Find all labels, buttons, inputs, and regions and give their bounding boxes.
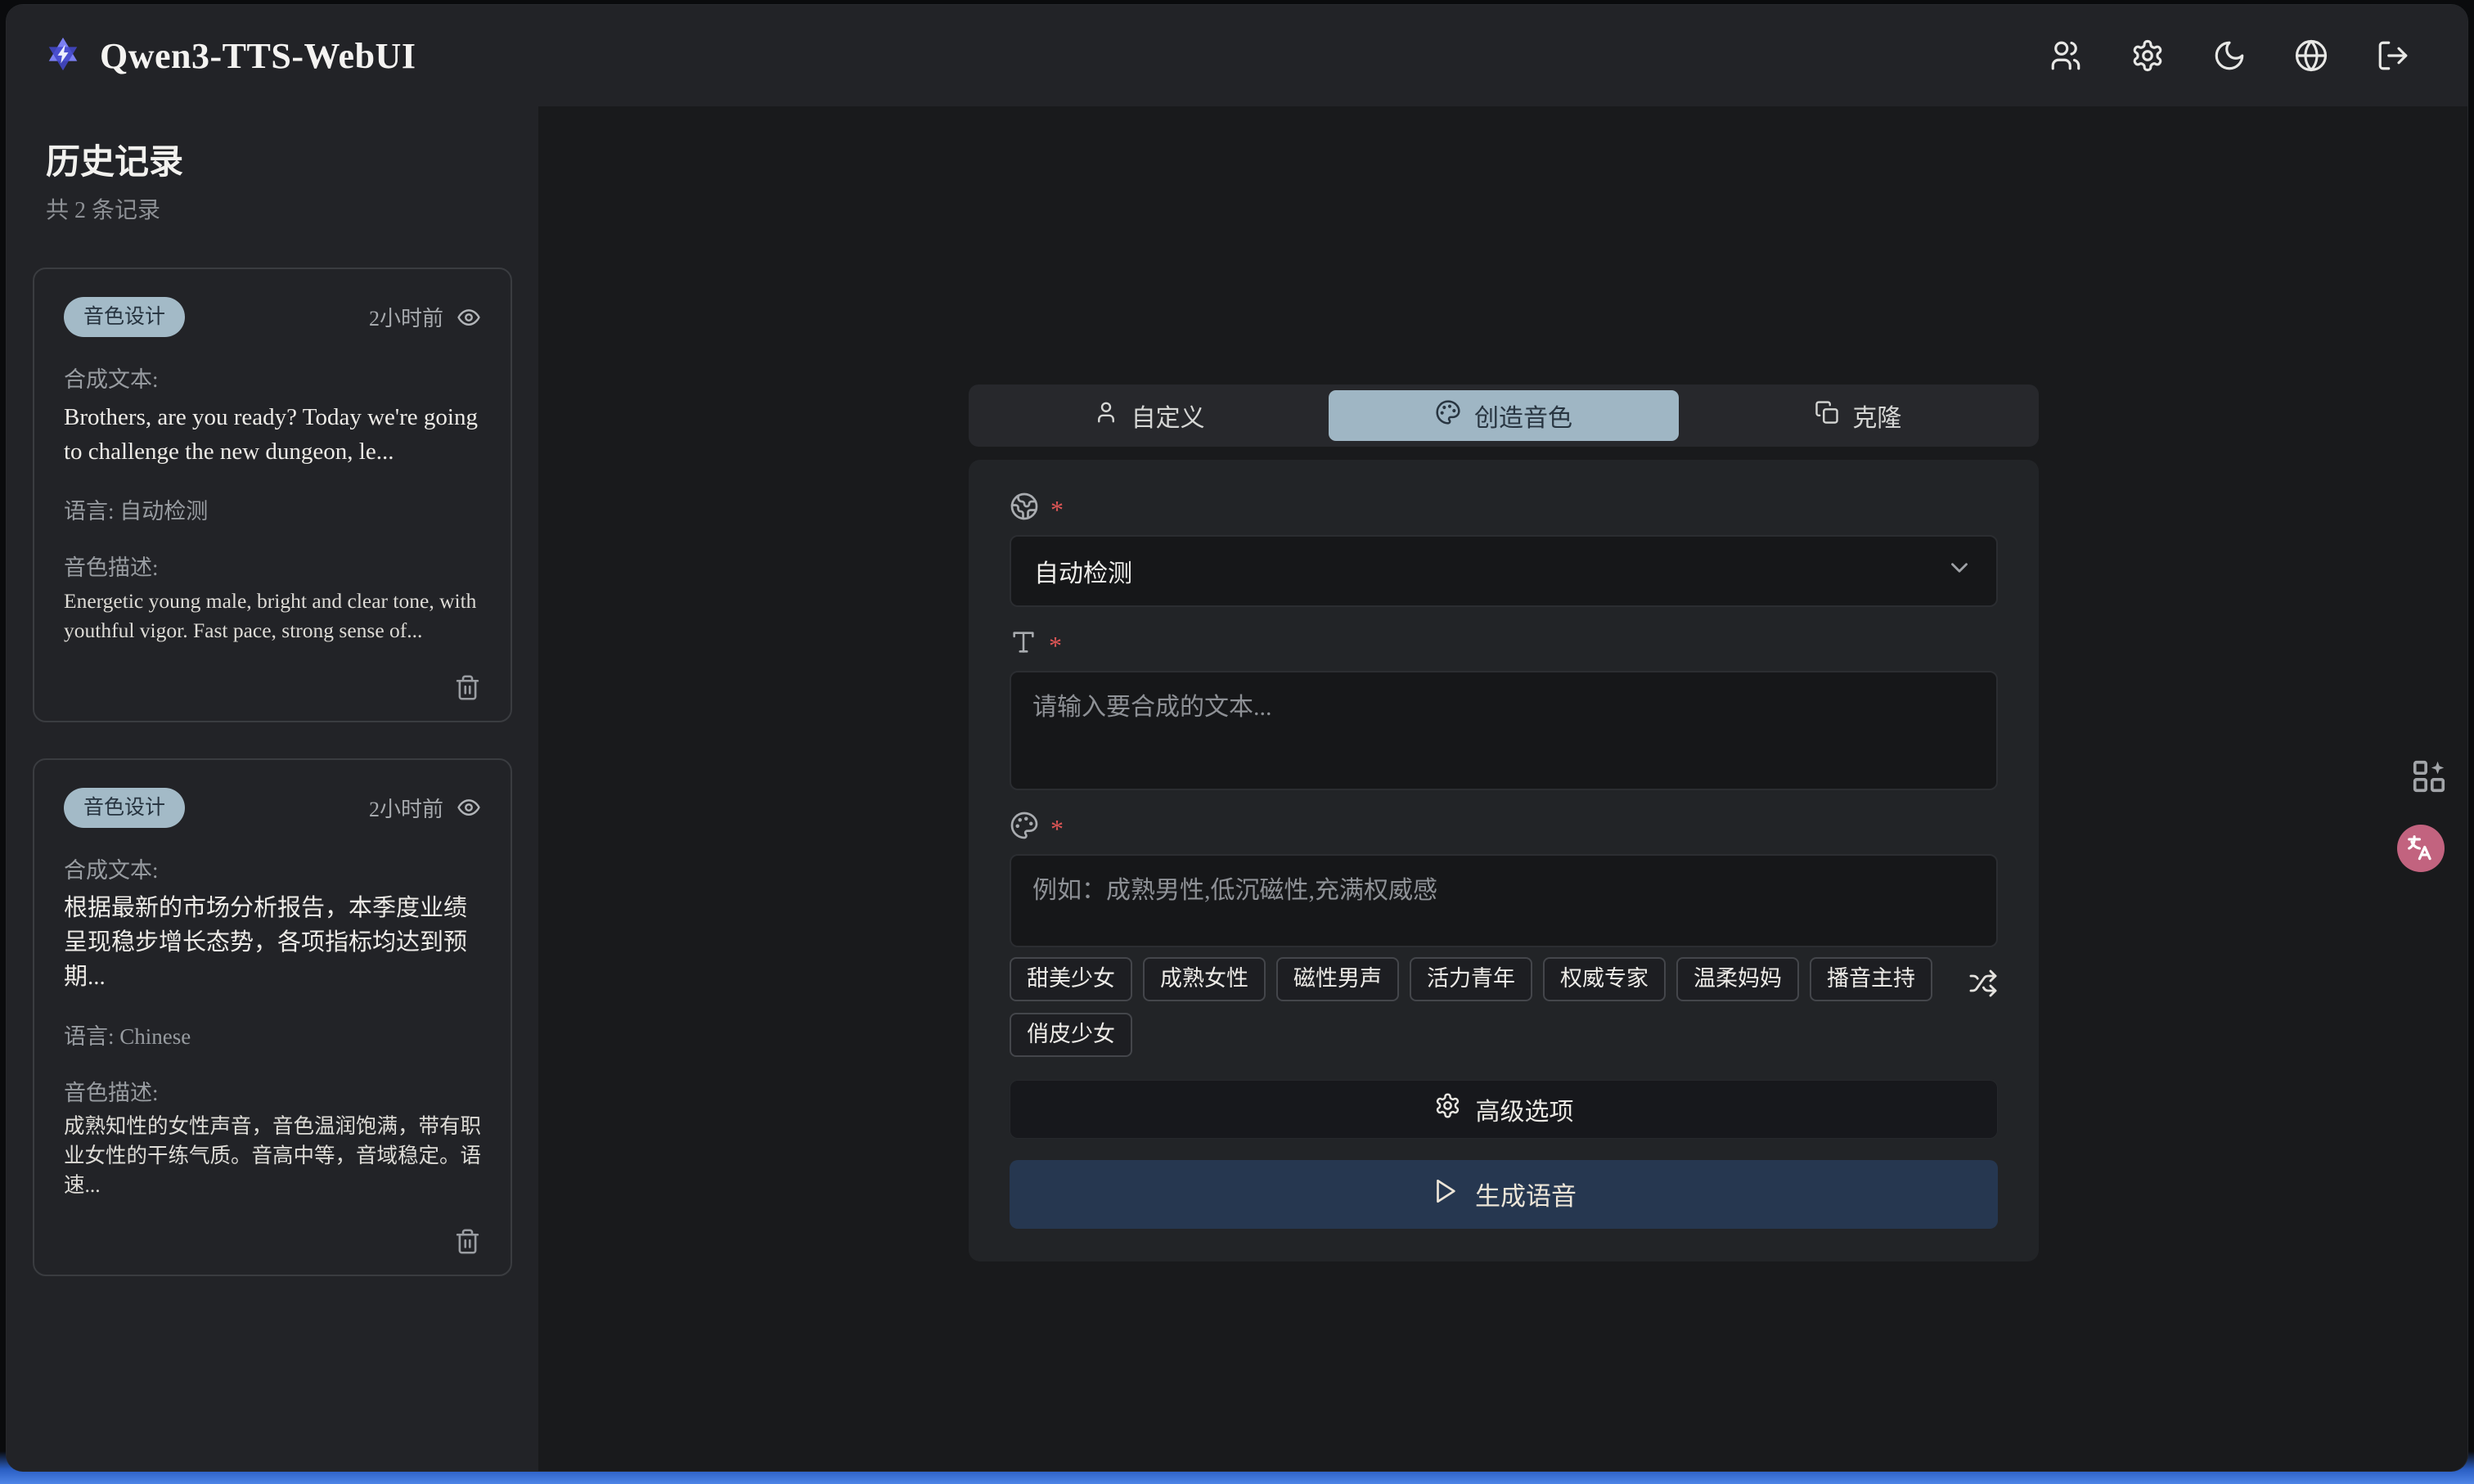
app-title: Qwen3-TTS-WebUI [100, 35, 416, 77]
history-card[interactable]: 音色设计 2小时前 合成文本: 根据最新的市场分析报告，本季度业绩呈现稳步增长态… [33, 758, 512, 1277]
preset-tag[interactable]: 甜美少女 [1010, 957, 1132, 1001]
voice-desc-field-label: * [1010, 812, 1998, 843]
header-actions [2049, 38, 2410, 73]
record-time: 2小时前 [369, 302, 443, 332]
preset-tags: 甜美少女 成熟女性 磁性男声 活力青年 权威专家 温柔妈妈 播音主持 俏皮少女 [1010, 957, 1942, 1057]
palette-icon [1010, 811, 1039, 844]
sidebar-title: 历史记录 [46, 134, 512, 184]
record-text: Brothers, are you ready? Today we're goi… [64, 400, 481, 469]
advanced-options-label: 高级选项 [1476, 1091, 1574, 1127]
history-card[interactable]: 音色设计 2小时前 合成文本: Brothers, are you ready?… [33, 268, 512, 722]
record-type-badge: 音色设计 [64, 297, 185, 337]
required-marker: * [1049, 632, 1062, 659]
preset-tags-row: 甜美少女 成熟女性 磁性男声 活力青年 权威专家 温柔妈妈 播音主持 俏皮少女 [1010, 957, 1998, 1057]
preset-tag[interactable]: 俏皮少女 [1010, 1013, 1132, 1057]
preset-tag[interactable]: 成熟女性 [1143, 957, 1266, 1001]
mode-tabs: 自定义 创造音色 克隆 [969, 384, 2039, 447]
tab-label: 创造音色 [1474, 398, 1572, 434]
app-logo-icon [44, 35, 82, 77]
moon-icon[interactable] [2212, 38, 2247, 73]
logout-icon[interactable] [2376, 38, 2410, 73]
qr-sparkle-icon[interactable] [2410, 758, 2448, 795]
tab-create-voice[interactable]: 创造音色 [1329, 390, 1678, 441]
preset-tag[interactable]: 温柔妈妈 [1676, 957, 1799, 1001]
user-icon [1094, 400, 1118, 431]
trash-icon[interactable] [454, 1228, 481, 1255]
eye-icon[interactable] [457, 305, 481, 330]
language-field-label: * [1010, 492, 1998, 524]
generate-speech-label: 生成语音 [1475, 1176, 1577, 1212]
record-language: 语言: 自动检测 [64, 493, 481, 525]
palette-icon [1435, 399, 1461, 432]
tab-label: 自定义 [1131, 398, 1205, 434]
record-voice-description: 成熟知性的女性声音，音色温润饱满，带有职业女性的干练气质。音高中等，音域稳定。语… [64, 1112, 481, 1201]
language-select[interactable]: 自动检测 [1010, 535, 1998, 607]
preset-tag[interactable]: 磁性男声 [1276, 957, 1399, 1001]
main-area: 自定义 创造音色 克隆 * [538, 106, 2467, 1471]
shuffle-icon[interactable] [1968, 969, 1998, 998]
chevron-down-icon [1945, 554, 1973, 588]
tab-clone[interactable]: 克隆 [1684, 390, 2033, 441]
text-label: 合成文本: [64, 852, 481, 884]
required-marker: * [1050, 816, 1064, 842]
tab-label: 克隆 [1852, 398, 1901, 434]
trash-icon[interactable] [454, 674, 481, 701]
record-type-badge: 音色设计 [64, 788, 185, 828]
record-language: 语言: Chinese [64, 1019, 481, 1050]
preset-tag[interactable]: 播音主持 [1810, 957, 1932, 1001]
app-header: Qwen3-TTS-WebUI [7, 5, 2467, 106]
advanced-options-button[interactable]: 高级选项 [1010, 1080, 1998, 1139]
history-sidebar: 历史记录 共 2 条记录 音色设计 2小时前 合成文本: Brothers, a… [7, 106, 538, 1471]
translate-icon[interactable] [2397, 825, 2445, 872]
text-label: 合成文本: [64, 362, 481, 393]
record-time: 2小时前 [369, 793, 443, 823]
create-voice-panel: * 自动检测 * * [969, 460, 2039, 1261]
voice-desc-label: 音色描述: [64, 1075, 481, 1107]
record-count: 共 2 条记录 [46, 192, 512, 225]
play-icon [1431, 1177, 1459, 1212]
text-field-label: * [1010, 628, 1998, 659]
copy-icon [1815, 400, 1839, 431]
app-window: Qwen3-TTS-WebUI 历史记录 共 2 条记录 音色设计 [7, 5, 2467, 1471]
record-voice-description: Energetic young male, bright and clear t… [64, 587, 481, 645]
voice-desc-label: 音色描述: [64, 550, 481, 582]
brand: Qwen3-TTS-WebUI [44, 35, 416, 77]
users-icon[interactable] [2049, 38, 2083, 73]
gear-icon [1434, 1092, 1461, 1126]
synthesis-text-input[interactable] [1010, 671, 1998, 790]
preset-tag[interactable]: 活力青年 [1410, 957, 1532, 1001]
globe-icon[interactable] [2294, 38, 2328, 73]
language-select-value: 自动检测 [1034, 553, 1132, 589]
record-text: 根据最新的市场分析报告，本季度业绩呈现稳步增长态势，各项指标均达到预期... [64, 891, 481, 994]
earth-icon [1010, 492, 1039, 525]
generate-speech-button[interactable]: 生成语音 [1010, 1160, 1998, 1229]
eye-icon[interactable] [457, 795, 481, 820]
settings-icon[interactable] [2130, 38, 2165, 73]
preset-tag[interactable]: 权威专家 [1543, 957, 1666, 1001]
voice-description-input[interactable] [1010, 854, 1998, 947]
required-marker: * [1050, 497, 1064, 523]
tab-custom[interactable]: 自定义 [974, 390, 1324, 441]
type-icon [1010, 628, 1037, 660]
